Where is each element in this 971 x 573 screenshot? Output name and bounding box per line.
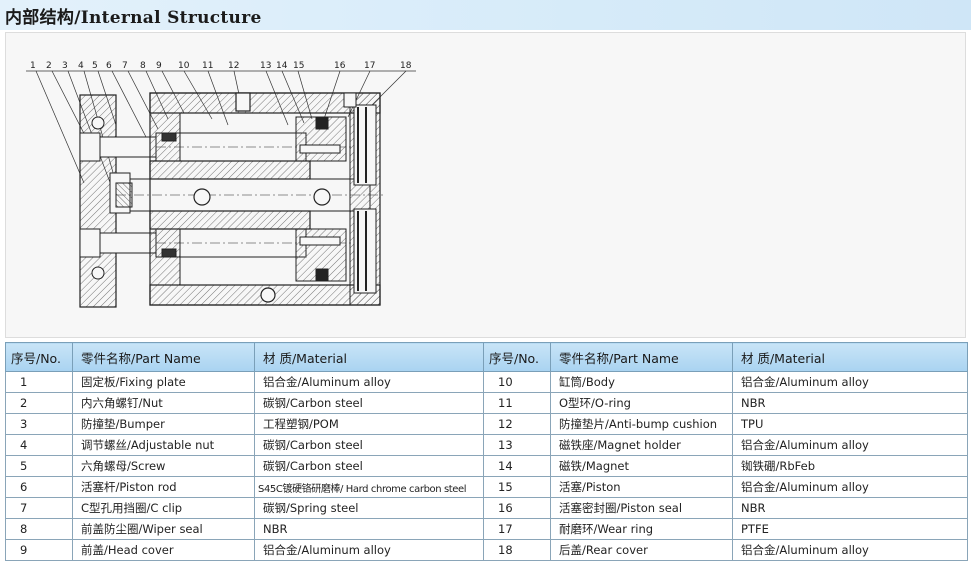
callout-18: 18 — [400, 61, 412, 71]
part-name: 磁铁座/Magnet holder — [550, 434, 733, 456]
part-material: 工程塑钢/POM — [254, 413, 484, 435]
part-name: 防撞垫/Bumper — [72, 413, 255, 435]
part-name: 缸筒/Body — [550, 371, 733, 393]
callout-3: 3 — [62, 61, 68, 71]
table-row: 5 六角螺母/Screw 碳钢/Carbon steel 14 磁铁/Magnet 铷铁硼… — [5, 455, 968, 477]
table-row: 7 C型孔用挡圈/C clip 碳钢/Spring steel 16 活塞密封圈/Pis… — [5, 497, 968, 519]
structure-drawing-panel: 1 2 3 4 5 6 7 8 9 10 11 12 13 14 15 16 1… — [5, 32, 966, 338]
part-number: 2 — [5, 392, 73, 414]
part-material: 铝合金/Aluminum alloy — [732, 434, 968, 456]
part-material: 碳钢/Carbon steel — [254, 434, 484, 456]
callout-9: 9 — [156, 61, 162, 71]
callout-1: 1 — [30, 61, 36, 71]
part-material: 碳钢/Carbon steel — [254, 392, 484, 414]
table-header-row: 序号/No. 零件名称/Part Name 材 质/Material 序号/No… — [5, 342, 968, 372]
callout-13: 13 — [260, 61, 271, 71]
callout-4: 4 — [78, 61, 84, 71]
callout-6: 6 — [106, 61, 112, 71]
part-name: 固定板/Fixing plate — [72, 371, 255, 393]
part-material: 碳钢/Spring steel — [254, 497, 484, 519]
callout-16: 16 — [334, 61, 346, 71]
part-name: 活塞密封圈/Piston seal — [550, 497, 733, 519]
table-row: 4 调节螺丝/Adjustable nut 碳钢/Carbon steel 13 磁铁座… — [5, 434, 968, 456]
callout-14: 14 — [276, 61, 288, 71]
part-number: 6 — [5, 476, 73, 498]
table-row: 1 固定板/Fixing plate 铝合金/Aluminum alloy 10 缸筒/… — [5, 371, 968, 393]
part-material: 铝合金/Aluminum alloy — [254, 371, 484, 393]
table-row: 8 前盖防尘圈/Wiper seal NBR 17 耐磨环/Wear ring PTFE — [5, 518, 968, 540]
callout-5: 5 — [92, 61, 98, 71]
cylinder-cross-section-drawing: 1 2 3 4 5 6 7 8 9 10 11 12 13 14 15 16 1… — [26, 61, 416, 308]
part-number: 8 — [5, 518, 73, 540]
table-row: 9 前盖/Head cover 铝合金/Aluminum alloy 18 后盖/Rea… — [5, 539, 968, 561]
callout-10: 10 — [178, 61, 190, 71]
column-header-part-name-2: 零件名称/Part Name — [550, 342, 733, 372]
callout-7: 7 — [122, 61, 128, 71]
part-number: 11 — [483, 392, 551, 414]
callout-11: 11 — [202, 61, 213, 71]
section-title: 内部结构/Internal Structure — [5, 8, 262, 28]
part-number: 10 — [483, 371, 551, 393]
part-number: 17 — [483, 518, 551, 540]
part-material: S45C镀硬铬研磨棒/ Hard chrome carbon steel — [254, 476, 484, 498]
column-header-part-name: 零件名称/Part Name — [72, 342, 255, 372]
column-header-material: 材 质/Material — [254, 342, 484, 372]
callout-2: 2 — [46, 61, 52, 71]
callout-labels: 1 2 3 4 5 6 7 8 9 10 11 12 13 14 15 16 1… — [30, 61, 412, 71]
callout-15: 15 — [293, 61, 304, 71]
part-name: 防撞垫片/Anti-bump cushion — [550, 413, 733, 435]
part-number: 16 — [483, 497, 551, 519]
part-material: NBR — [732, 392, 968, 414]
table-row: 2 内六角螺钉/Nut 碳钢/Carbon steel 11 O型环/O-ring NBR — [5, 392, 968, 414]
part-name: 后盖/Rear cover — [550, 539, 733, 561]
column-header-no: 序号/No. — [5, 342, 73, 372]
part-name: O型环/O-ring — [550, 392, 733, 414]
part-number: 12 — [483, 413, 551, 435]
part-name: C型孔用挡圈/C clip — [72, 497, 255, 519]
part-name: 六角螺母/Screw — [72, 455, 255, 477]
part-material: 碳钢/Carbon steel — [254, 455, 484, 477]
part-number: 3 — [5, 413, 73, 435]
part-name: 活塞/Piston — [550, 476, 733, 498]
part-number: 9 — [5, 539, 73, 561]
callout-8: 8 — [140, 61, 146, 71]
part-material: PTFE — [732, 518, 968, 540]
parts-table: 序号/No. 零件名称/Part Name 材 质/Material 序号/No… — [5, 342, 968, 561]
part-number: 1 — [5, 371, 73, 393]
part-number: 5 — [5, 455, 73, 477]
column-header-no-2: 序号/No. — [483, 342, 551, 372]
part-material: 铷铁硼/RbFeb — [732, 455, 968, 477]
part-number: 18 — [483, 539, 551, 561]
part-material: NBR — [254, 518, 484, 540]
part-name: 调节螺丝/Adjustable nut — [72, 434, 255, 456]
part-number: 7 — [5, 497, 73, 519]
part-name: 内六角螺钉/Nut — [72, 392, 255, 414]
column-header-material-2: 材 质/Material — [732, 342, 968, 372]
section-header: 内部结构/Internal Structure — [0, 0, 971, 30]
part-number: 14 — [483, 455, 551, 477]
callout-17: 17 — [364, 61, 375, 71]
table-row: 3 防撞垫/Bumper 工程塑钢/POM 12 防撞垫片/Anti-bump cush… — [5, 413, 968, 435]
part-material: NBR — [732, 497, 968, 519]
part-material: TPU — [732, 413, 968, 435]
part-number: 13 — [483, 434, 551, 456]
part-name: 活塞杆/Piston rod — [72, 476, 255, 498]
table-row: 6 活塞杆/Piston rod S45C镀硬铬研磨棒/ Hard chrome c… — [5, 476, 968, 498]
part-name: 前盖防尘圈/Wiper seal — [72, 518, 255, 540]
part-name: 磁铁/Magnet — [550, 455, 733, 477]
part-number: 15 — [483, 476, 551, 498]
callout-12: 12 — [228, 61, 239, 71]
part-number: 4 — [5, 434, 73, 456]
part-material: 铝合金/Aluminum alloy — [732, 539, 968, 561]
part-material: 铝合金/Aluminum alloy — [732, 371, 968, 393]
part-name: 耐磨环/Wear ring — [550, 518, 733, 540]
part-name: 前盖/Head cover — [72, 539, 255, 561]
part-material: 铝合金/Aluminum alloy — [732, 476, 968, 498]
part-material: 铝合金/Aluminum alloy — [254, 539, 484, 561]
